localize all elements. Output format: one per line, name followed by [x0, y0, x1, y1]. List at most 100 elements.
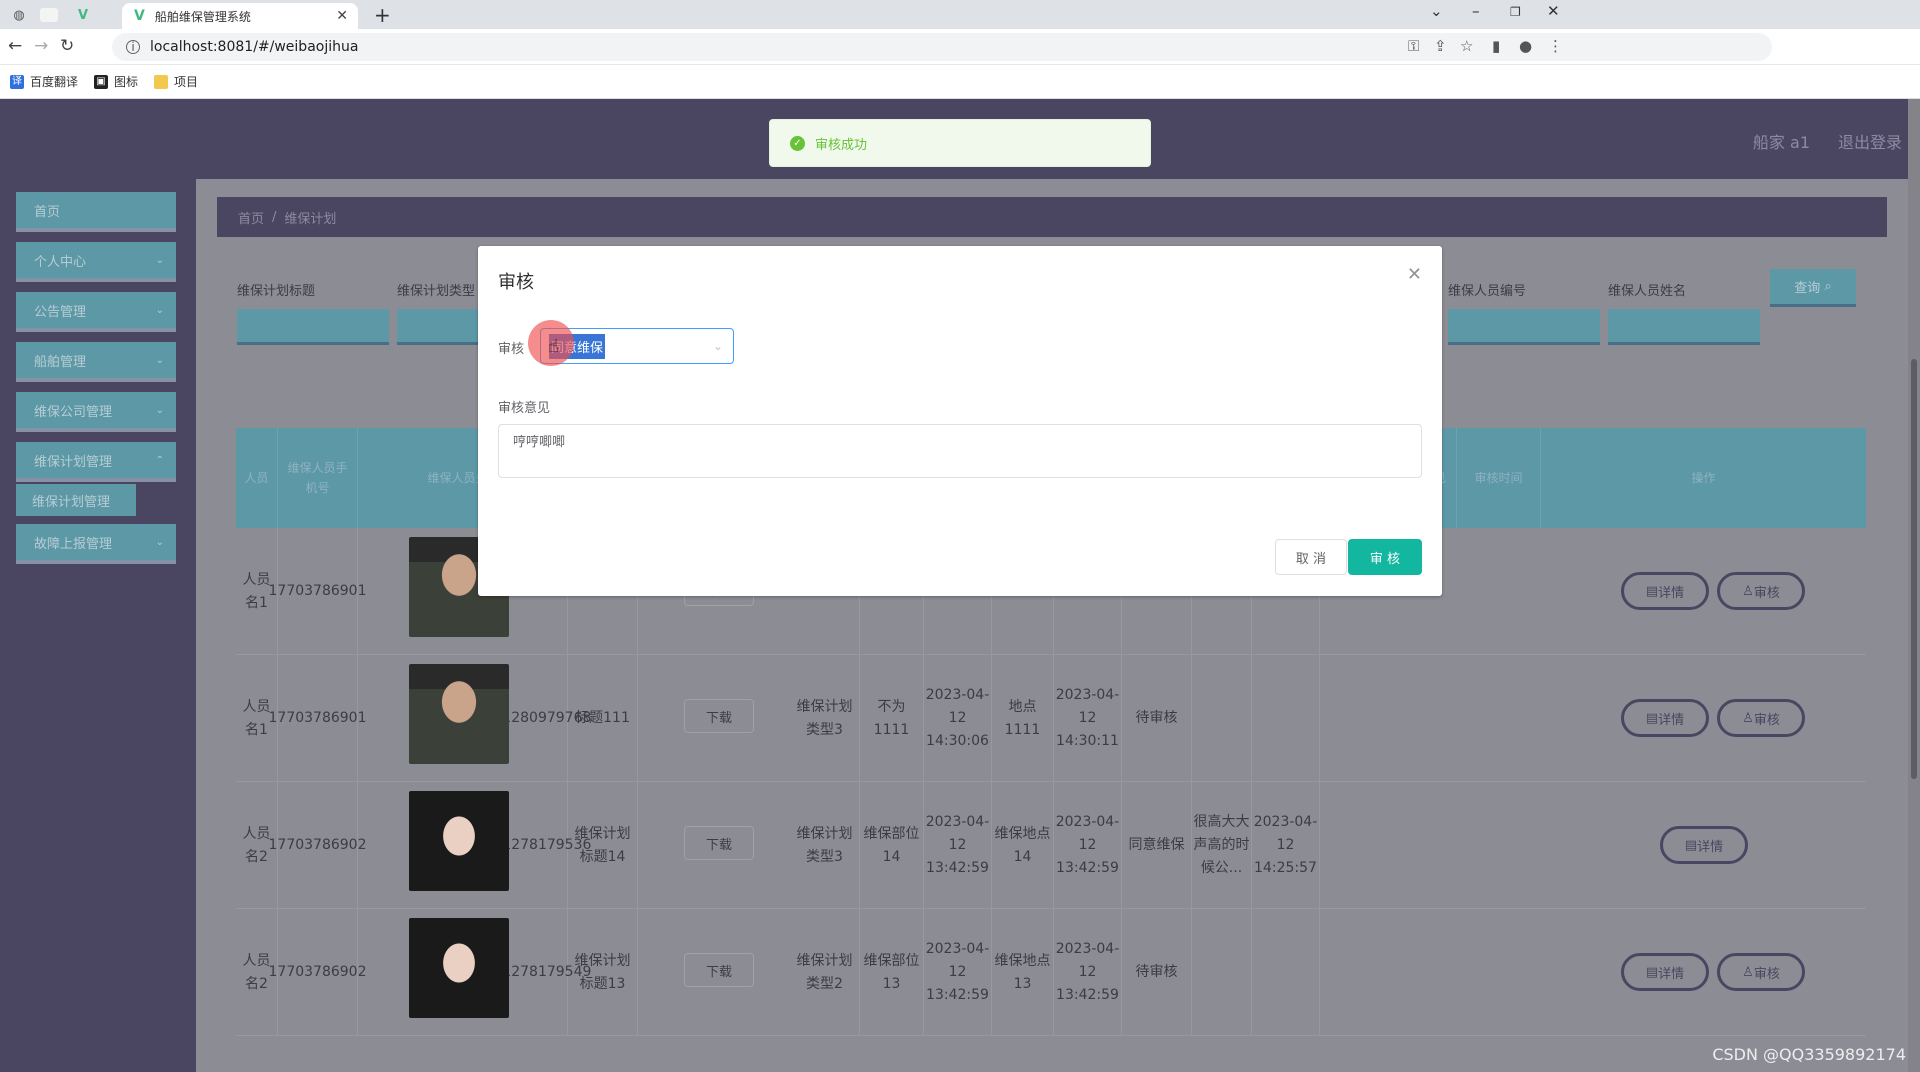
sidebar: 首页 个人中心 ⌄ 公告管理 ⌄ 船舶管理 ⌄ 维保公司管理 ⌄ 维保计划管理 ⌃ 维保计… — [0, 179, 196, 1072]
vue-logo-icon: V — [134, 8, 145, 24]
audit-dialog: 审核 ✕ 审核 同意维保 ⌄ ☝ 审核意见 哼哼唧唧 取 消 审 核 — [478, 246, 1442, 596]
table-row: 人员名2 17703786902 1681278179536 维保计划标题14 维保计划… — [236, 782, 1866, 909]
search-button[interactable]: 查询 ⌕ — [1770, 269, 1856, 307]
globe-icon[interactable]: ◍ — [9, 5, 29, 25]
profile-icon[interactable]: ● — [1519, 37, 1532, 55]
cell-t2: 2023-04-12 13:42:59 — [1054, 909, 1122, 1036]
share-icon[interactable]: ⇪ — [1434, 37, 1447, 55]
table-row: 人员名2 17703786902 1681278179549 维保计划标题13 维保计划… — [236, 909, 1866, 1036]
sidebar-item-profile[interactable]: 个人中心 ⌄ — [16, 242, 176, 282]
document-icon: ▤ — [1645, 964, 1659, 980]
star-icon[interactable]: ☆ — [1460, 37, 1473, 55]
audit-submit-button[interactable]: 审 核 — [1348, 539, 1422, 575]
cell-t1: 2023-04-12 14:30:06 — [924, 655, 992, 782]
cell-status: 同意维保 — [1122, 782, 1192, 909]
th-staff-name: 人员 — [236, 428, 278, 528]
filter-label-staff-id: 维保人员编号 — [1448, 284, 1527, 299]
bookmarks-bar: 译百度翻译 ▣ 图标 项目 — [0, 65, 1920, 99]
logout-link[interactable]: 退出登录 — [1838, 129, 1902, 153]
sidepanel-icon[interactable]: ▮ — [1492, 37, 1500, 55]
bookmark-baidu-translate[interactable]: 译百度翻译 — [10, 73, 78, 90]
cell-phone: 17703786901 — [269, 528, 367, 655]
page-scrollbar[interactable] — [1908, 99, 1920, 1072]
cell-atime — [1252, 655, 1320, 782]
cancel-button[interactable]: 取 消 — [1275, 539, 1347, 575]
filter-input-staff-name[interactable] — [1608, 309, 1760, 345]
browser-tab-bar: ◍ V V 船舶维保管理系统 ✕ + ⌄ – ❐ ✕ — [0, 0, 1920, 29]
audit-button[interactable]: ♙ 审核 — [1717, 572, 1805, 610]
filter-label-title: 维保计划标题 — [237, 284, 316, 299]
thumb-icon: ♙ — [1742, 964, 1754, 980]
cell-atime: 2023-04-12 14:25:57 — [1252, 782, 1320, 909]
download-button[interactable]: 下载 — [684, 953, 754, 987]
breadcrumb-current: 维保计划 — [284, 211, 337, 227]
detail-button[interactable]: ▤ 详情 — [1621, 699, 1709, 737]
download-button[interactable]: 下载 — [684, 826, 754, 860]
blank-tab-icon[interactable] — [40, 8, 58, 22]
sidebar-item-companies[interactable]: 维保公司管理 ⌄ — [16, 392, 176, 432]
scrollbar-thumb[interactable] — [1911, 359, 1917, 779]
bookmark-icons[interactable]: ▣ 图标 — [94, 73, 138, 90]
opinion-textarea[interactable]: 哼哼唧唧 — [498, 424, 1422, 478]
audit-button[interactable]: ♙ 审核 — [1717, 953, 1805, 991]
sidebar-item-plans[interactable]: 维保计划管理 ⌃ — [16, 442, 176, 482]
document-icon: ▤ — [1684, 837, 1698, 853]
window-close-icon[interactable]: ✕ — [1547, 2, 1560, 20]
close-tab-icon[interactable]: ✕ — [336, 8, 348, 24]
staff-photo — [409, 918, 509, 1018]
site-info-icon[interactable]: i — [126, 40, 140, 54]
bookmark-project[interactable]: 项目 — [154, 73, 198, 90]
minimize-icon[interactable]: – — [1472, 2, 1480, 20]
sidebar-subitem-plans[interactable]: 维保计划管理 — [16, 484, 136, 516]
cell-part: 维保部位13 — [860, 909, 924, 1036]
sidebar-item-home[interactable]: 首页 — [16, 192, 176, 232]
document-icon: ▤ — [1645, 710, 1659, 726]
tab-search-icon[interactable]: ⌄ — [1430, 2, 1443, 20]
detail-button[interactable]: ▤ 详情 — [1621, 953, 1709, 991]
audit-button[interactable]: ♙ 审核 — [1717, 699, 1805, 737]
filter-input-staff-id[interactable] — [1448, 309, 1600, 345]
staff-photo — [409, 664, 509, 764]
cell-loc: 地点1111 — [992, 655, 1054, 782]
cell-status: 待审核 — [1122, 655, 1192, 782]
menu-icon[interactable]: ⋮ — [1548, 37, 1563, 55]
cell-id: 1681278179549 — [476, 909, 591, 1036]
forward-icon[interactable]: → — [34, 36, 48, 56]
sidebar-item-ships[interactable]: 船舶管理 ⌄ — [16, 342, 176, 382]
filter-input-title[interactable] — [237, 309, 389, 345]
dialog-title: 审核 — [498, 272, 534, 293]
filter-input-type[interactable] — [397, 309, 487, 345]
cell-opinion — [1192, 909, 1252, 1036]
staff-photo — [409, 791, 509, 891]
cell-phone: 17703786902 — [269, 909, 367, 1036]
tab-title: 船舶维保管理系统 — [154, 9, 251, 24]
url-text: localhost:8081/#/weibaojihua — [150, 39, 359, 55]
sidebar-item-notices[interactable]: 公告管理 ⌄ — [16, 292, 176, 332]
chevron-down-icon: ⌄ — [155, 536, 164, 548]
hand-cursor-icon: ☝ — [548, 336, 559, 357]
active-tab[interactable]: V 船舶维保管理系统 ✕ — [122, 3, 358, 29]
restore-icon[interactable]: ❐ — [1510, 5, 1521, 19]
vue-icon[interactable]: V — [73, 5, 93, 25]
download-button[interactable]: 下载 — [684, 699, 754, 733]
cell-phone: 17703786902 — [269, 782, 367, 909]
th-audit-time: 审核时间 — [1457, 428, 1541, 528]
close-icon[interactable]: ✕ — [1407, 264, 1422, 285]
sidebar-item-faults[interactable]: 故障上报管理 ⌄ — [16, 524, 176, 564]
key-icon[interactable]: ⚿ — [1408, 37, 1419, 55]
new-tab-icon[interactable]: + — [374, 3, 391, 27]
detail-button[interactable]: ▤ 详情 — [1621, 572, 1709, 610]
cell-opinion — [1192, 655, 1252, 782]
status-label: 审核 — [498, 342, 525, 357]
reload-icon[interactable]: ↻ — [60, 36, 74, 56]
click-indicator: ☝ — [528, 320, 574, 366]
detail-button[interactable]: ▤ 详情 — [1660, 826, 1748, 864]
success-toast: ✓ 审核成功 — [769, 119, 1151, 167]
cell-t1: 2023-04-12 13:42:59 — [924, 782, 992, 909]
cell-opinion: 很高大大声高的时候公... — [1192, 782, 1252, 909]
filter-label-staff-name: 维保人员姓名 — [1608, 284, 1687, 299]
back-icon[interactable]: ← — [8, 36, 22, 56]
th-staff-phone: 维保人员手机号 — [278, 428, 358, 528]
breadcrumb-home[interactable]: 首页 — [238, 208, 264, 227]
cell-title: 维保计划标题14 — [568, 782, 638, 909]
